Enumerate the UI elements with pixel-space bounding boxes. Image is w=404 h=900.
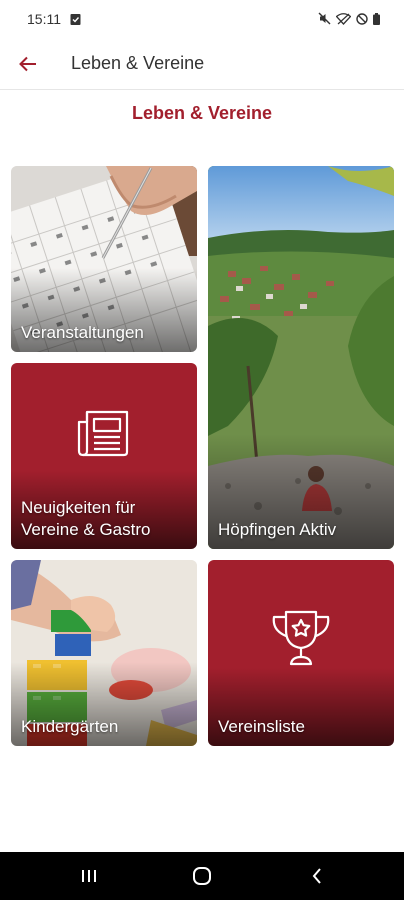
tile-hoepfingen-aktiv[interactable]: Höpfingen Aktiv: [208, 166, 394, 549]
battery-icon: [373, 12, 380, 25]
tile-label: Kindergärten: [21, 717, 119, 736]
status-bar: 15:11: [0, 0, 404, 38]
recent-apps-icon: [82, 870, 96, 882]
mute-icon: [318, 12, 331, 25]
recent-apps-button[interactable]: [74, 864, 104, 888]
home-button[interactable]: [187, 864, 217, 888]
tile-vereinsliste[interactable]: Vereinsliste: [208, 560, 394, 746]
tile-label: Veranstaltungen: [21, 323, 144, 342]
status-time: 15:11: [27, 11, 61, 27]
do-not-disturb-icon: [356, 12, 368, 25]
tile-kindergaerten[interactable]: Kindergärten: [11, 560, 197, 746]
system-nav-bar: [0, 852, 404, 900]
arrow-left-icon: [19, 56, 36, 72]
home-icon: [193, 867, 211, 885]
app-bar-title: Leben & Vereine: [71, 53, 205, 73]
tile-label: Höpfingen Aktiv: [218, 520, 337, 539]
chevron-left-icon: [312, 868, 321, 884]
page-title: Leben & Vereine: [131, 103, 273, 123]
wifi-icon: [336, 12, 351, 25]
clipboard-check-icon: [70, 14, 81, 25]
status-icons: [318, 12, 380, 25]
trophy-icon: [272, 610, 330, 666]
tile-neuigkeiten[interactable]: Neuigkeiten für Vereine & Gastro: [11, 363, 197, 549]
system-back-button[interactable]: [302, 864, 332, 888]
newspaper-icon: [77, 410, 129, 457]
app-bar: Leben & Vereine: [0, 38, 404, 90]
back-button[interactable]: [12, 48, 44, 80]
tile-veranstaltungen[interactable]: Veranstaltungen: [11, 166, 197, 352]
tile-label: Vereinsliste: [218, 717, 305, 736]
tile-label: Neuigkeiten für Vereine & Gastro: [21, 498, 151, 539]
